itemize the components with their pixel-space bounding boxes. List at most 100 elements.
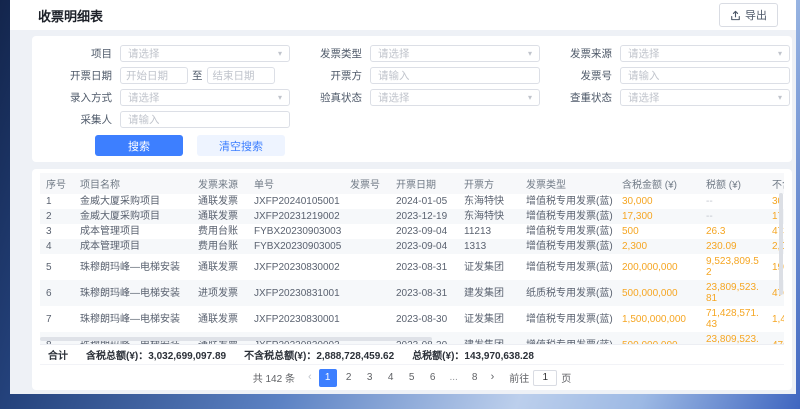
cell-type: 纸质税专用发票(蓝) bbox=[520, 280, 616, 306]
clear-search-button[interactable]: 清空搜索 bbox=[197, 135, 285, 156]
cell-amount: 17,300 bbox=[616, 209, 700, 224]
cell-no: 6 bbox=[40, 280, 74, 306]
net-total: 不含税总额(¥)：2,888,728,459.62 bbox=[244, 347, 394, 362]
cell-invoice_no bbox=[344, 239, 390, 254]
summary-bar: 合计 含税总额(¥)：3,032,699,097.89 不含税总额(¥)：2,8… bbox=[40, 344, 784, 364]
table-row[interactable]: 7珠穆朗玛峰—电梯安装通联发票JXFP202308300012023-08-30… bbox=[40, 306, 784, 332]
cell-order_no: JXFP20230831001 bbox=[248, 280, 344, 306]
net-total-value: 2,888,728,459.62 bbox=[316, 351, 394, 362]
invoice-type-select[interactable]: 请选择 ▾ bbox=[370, 45, 540, 62]
issuer-input[interactable]: 请输入 bbox=[370, 67, 540, 84]
page-button-3[interactable]: 3 bbox=[361, 369, 379, 387]
cell-amount: 500,000,000 bbox=[616, 280, 700, 306]
column-header-date: 开票日期 bbox=[390, 173, 458, 194]
verify-status-select[interactable]: 请选择 ▾ bbox=[370, 89, 540, 106]
table-row[interactable]: 4成本管理项目费用台账FYBX202309030052023-09-041313… bbox=[40, 239, 784, 254]
tax-total-label: 总税额(¥)： bbox=[412, 351, 464, 362]
cell-issuer: 东海特快 bbox=[458, 194, 520, 209]
cell-issuer: 证发集团 bbox=[458, 254, 520, 280]
invoice-type-label: 发票类型 bbox=[290, 46, 362, 61]
search-button[interactable]: 搜索 bbox=[95, 135, 183, 156]
cell-tax: -- bbox=[700, 209, 766, 224]
cell-source: 费用台账 bbox=[192, 224, 248, 239]
horizontal-scrollbar[interactable] bbox=[40, 337, 432, 341]
filter-panel: 项目 请选择 ▾ 发票类型 请选择 ▾ 发票来源 请选 bbox=[32, 36, 792, 162]
page-ellipsis: ... bbox=[445, 369, 463, 387]
filter-field-issuer: 开票方 请输入 bbox=[290, 66, 540, 85]
page-button-4[interactable]: 4 bbox=[382, 369, 400, 387]
cell-invoice_no bbox=[344, 224, 390, 239]
invoice-table: 序号项目名称发票来源单号发票号开票日期开票方发票类型含税金额 (¥)税额 (¥)… bbox=[40, 173, 784, 344]
export-button[interactable]: 导出 bbox=[719, 3, 778, 27]
cell-invoice_no bbox=[344, 194, 390, 209]
cell-tax: -- bbox=[700, 194, 766, 209]
collector-input[interactable]: 请输入 bbox=[120, 111, 290, 128]
cell-project: 金威大厦采购项目 bbox=[74, 194, 192, 209]
page-button-2[interactable]: 2 bbox=[340, 369, 358, 387]
date-end-input[interactable]: 结束日期 bbox=[207, 67, 275, 84]
cell-type: 增值税专用发票(蓝) bbox=[520, 306, 616, 332]
chevron-down-icon: ▾ bbox=[528, 50, 532, 58]
invoice-source-select[interactable]: 请选择 ▾ bbox=[620, 45, 790, 62]
cell-issuer: 证发集团 bbox=[458, 306, 520, 332]
cell-no: 4 bbox=[40, 239, 74, 254]
filter-field-invoice-date: 开票日期 开始日期 至 结束日期 bbox=[40, 66, 290, 85]
table-row[interactable]: 3成本管理项目费用台账FYBX202309030032023-09-041121… bbox=[40, 224, 784, 239]
cell-tax: 230.09 bbox=[700, 239, 766, 254]
invoice-no-input-placeholder: 请输入 bbox=[628, 68, 660, 83]
cell-date: 2023-08-31 bbox=[390, 254, 458, 280]
invoice-date-label: 开票日期 bbox=[40, 68, 112, 83]
next-page-button[interactable]: › bbox=[489, 372, 497, 383]
vertical-scrollbar[interactable] bbox=[779, 193, 783, 295]
table-body: 1金威大厦采购项目通联发票JXFP202401050012024-01-05东海… bbox=[40, 194, 784, 344]
cell-invoice_no bbox=[344, 306, 390, 332]
dedup-status-select[interactable]: 请选择 ▾ bbox=[620, 89, 790, 106]
invoice-date-range: 开始日期 至 结束日期 bbox=[120, 67, 275, 84]
entry-method-select-placeholder: 请选择 bbox=[128, 90, 160, 105]
page-button-5[interactable]: 5 bbox=[403, 369, 421, 387]
date-end-placeholder: 结束日期 bbox=[213, 68, 255, 83]
filter-field-dedup-status: 查重状态 请选择 ▾ bbox=[540, 88, 790, 107]
cell-net: 1,428,571,428.57 bbox=[766, 306, 784, 332]
cell-source: 通联发票 bbox=[192, 209, 248, 224]
page-button-6[interactable]: 6 bbox=[424, 369, 442, 387]
table-row[interactable]: 2金威大厦采购项目通联发票JXFP202312190022023-12-19东海… bbox=[40, 209, 784, 224]
total-label: 合计 bbox=[48, 347, 68, 362]
table-row[interactable]: 6珠穆朗玛峰—电梯安装进项发票JXFP202308310012023-08-31… bbox=[40, 280, 784, 306]
prev-page-button[interactable]: ‹ bbox=[306, 372, 314, 383]
page-button-8[interactable]: 8 bbox=[466, 369, 484, 387]
goto-page-input[interactable] bbox=[533, 370, 557, 386]
cell-tax: 71,428,571.43 bbox=[700, 306, 766, 332]
filter-field-project: 项目 请选择 ▾ bbox=[40, 44, 290, 63]
cell-no: 3 bbox=[40, 224, 74, 239]
invoice-no-input[interactable]: 请输入 bbox=[620, 67, 790, 84]
chevron-down-icon: ▾ bbox=[278, 50, 282, 58]
cell-amount: 200,000,000 bbox=[616, 254, 700, 280]
cell-source: 费用台账 bbox=[192, 239, 248, 254]
filter-field-invoice-type: 发票类型 请选择 ▾ bbox=[290, 44, 540, 63]
cell-project: 珠穆朗玛峰—电梯安装 bbox=[74, 306, 192, 332]
project-select[interactable]: 请选择 ▾ bbox=[120, 45, 290, 62]
invoice-no-label: 发票号 bbox=[540, 68, 612, 83]
column-header-source: 发票来源 bbox=[192, 173, 248, 194]
page-button-1[interactable]: 1 bbox=[319, 369, 337, 387]
invoice-source-select-placeholder: 请选择 bbox=[628, 46, 660, 61]
filter-field-entry-method: 录入方式 请选择 ▾ bbox=[40, 88, 290, 107]
cell-amount: 500 bbox=[616, 224, 700, 239]
filter-actions: 搜索 清空搜索 bbox=[95, 135, 776, 156]
collector-label: 采集人 bbox=[40, 112, 112, 127]
cell-date: 2023-08-31 bbox=[390, 280, 458, 306]
filter-grid: 项目 请选择 ▾ 发票类型 请选择 ▾ 发票来源 请选 bbox=[40, 44, 776, 129]
date-start-input[interactable]: 开始日期 bbox=[120, 67, 188, 84]
entry-method-select[interactable]: 请选择 ▾ bbox=[120, 89, 290, 106]
cell-type: 增值税专用发票(蓝) bbox=[520, 209, 616, 224]
dedup-status-label: 查重状态 bbox=[540, 90, 612, 105]
goto-page: 前往 页 bbox=[509, 370, 571, 386]
net-total-label: 不含税总额(¥)： bbox=[244, 351, 316, 362]
table-row[interactable]: 1金威大厦采购项目通联发票JXFP202401050012024-01-05东海… bbox=[40, 194, 784, 209]
chevron-down-icon: ▾ bbox=[528, 94, 532, 102]
collector-input-placeholder: 请输入 bbox=[128, 112, 160, 127]
cell-no: 5 bbox=[40, 254, 74, 280]
table-row[interactable]: 5珠穆朗玛峰—电梯安装通联发票JXFP202308300022023-08-31… bbox=[40, 254, 784, 280]
amount-total: 含税总额(¥)：3,032,699,097.89 bbox=[86, 347, 226, 362]
